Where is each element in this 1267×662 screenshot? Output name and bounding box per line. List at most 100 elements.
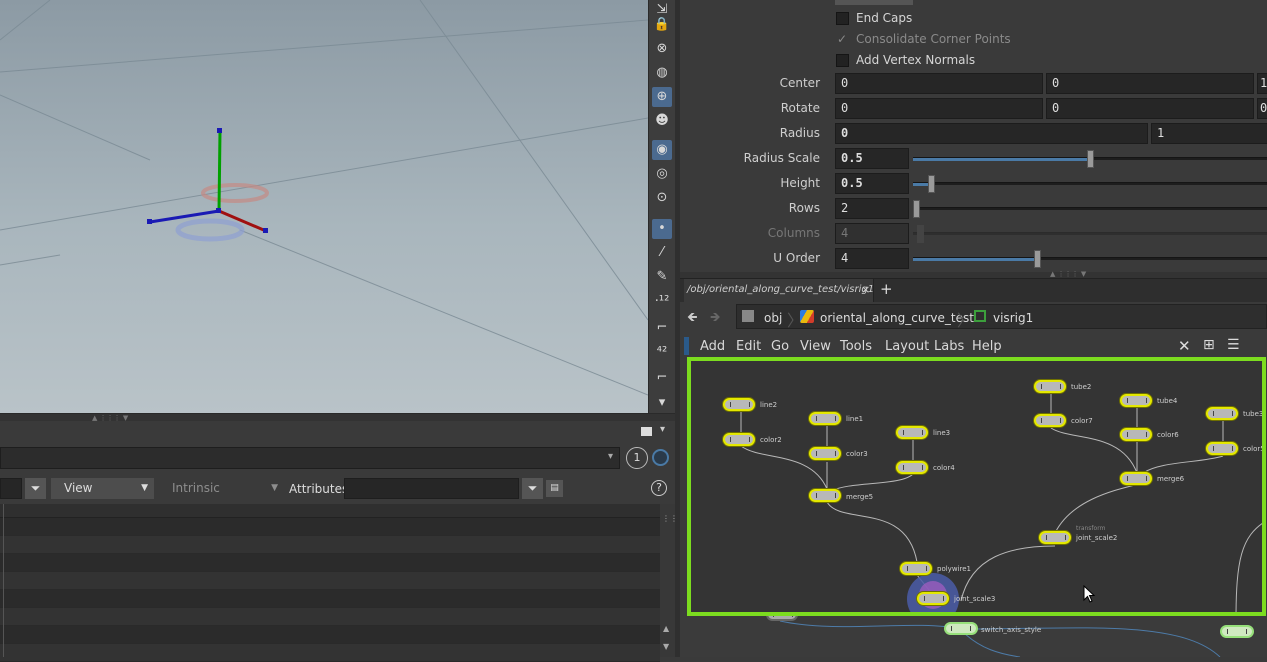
eye-camera-icon[interactable]: ⊙ <box>652 188 672 208</box>
attribute-table[interactable] <box>0 504 660 662</box>
menu-tools[interactable]: Tools <box>840 339 872 354</box>
end-caps-checkbox[interactable] <box>836 12 849 25</box>
display-icon[interactable]: ◉ <box>652 140 672 160</box>
center-x-field[interactable]: 0 <box>835 73 1043 94</box>
menu-edit[interactable]: Edit <box>736 339 761 354</box>
rotate-z-field[interactable]: 0 <box>1257 98 1267 119</box>
window-icon[interactable] <box>641 427 652 436</box>
menu-labs[interactable]: Labs <box>934 339 964 354</box>
camera-lock-icon[interactable]: ⊗ <box>652 39 672 59</box>
ghost-icon[interactable]: ⊕ <box>652 87 672 107</box>
node-color5[interactable] <box>1206 442 1238 455</box>
skull-icon[interactable]: ☻ <box>652 111 672 131</box>
node-color7[interactable] <box>1034 414 1066 427</box>
breadcrumb-visrig[interactable]: visrig1 <box>993 311 1033 325</box>
rows-field[interactable]: 2 <box>835 198 909 219</box>
node-line1[interactable] <box>809 412 841 425</box>
pane-link-handle[interactable] <box>684 337 689 355</box>
view-dropdown[interactable]: View ▼ <box>51 478 154 499</box>
chevron-down-icon[interactable]: ▼ <box>663 642 669 651</box>
point-icon[interactable]: • <box>652 219 672 239</box>
export-icon[interactable]: ▤ <box>546 480 563 497</box>
menu-view[interactable]: View <box>800 339 831 354</box>
viewport-splitter[interactable]: ▲ ⋮⋮⋮ ▼ <box>0 413 675 422</box>
node-polywire1[interactable] <box>900 562 932 575</box>
page-number-button[interactable]: 1 <box>626 447 648 469</box>
eye-icon[interactable]: ◎ <box>652 164 672 184</box>
prim-number-icon[interactable]: ⁴² <box>652 343 672 363</box>
menu-layout[interactable]: Layout <box>885 339 929 354</box>
node-joint-scale2[interactable] <box>1039 531 1071 544</box>
tree-icon[interactable]: ⊞ <box>1203 337 1215 353</box>
pen-icon[interactable]: ✎ <box>652 267 672 287</box>
chevron-down-icon[interactable]: ▾ <box>652 393 672 413</box>
funnel-icon[interactable]: ⏷ <box>522 478 543 499</box>
node-tube3[interactable] <box>1206 407 1238 420</box>
node-joint-scale3[interactable] <box>917 592 949 605</box>
node-path-field[interactable]: ▾ <box>0 447 620 469</box>
paint-icon[interactable]: ⌐ <box>652 318 672 338</box>
radius-y-field[interactable]: 1 <box>1151 123 1267 144</box>
table-scrollbar[interactable]: ⋮⋮ ▲ ▼ <box>660 504 678 657</box>
network-canvas[interactable]: line2 color2 line1 color3 line3 color4 m… <box>687 357 1266 616</box>
radius-x-field[interactable]: 0 <box>835 123 1148 144</box>
table-row[interactable] <box>0 554 660 572</box>
height-field[interactable]: 0.5 <box>835 173 909 194</box>
node-merge6[interactable] <box>1120 472 1152 485</box>
menu-go[interactable]: Go <box>771 339 789 354</box>
rotate-y-field[interactable]: 0 <box>1046 98 1254 119</box>
node-tube4[interactable] <box>1120 394 1152 407</box>
scene-viewport[interactable] <box>0 0 648 413</box>
node-line3[interactable] <box>896 426 928 439</box>
height-slider[interactable] <box>913 175 1267 193</box>
node-switch-axis-style[interactable] <box>944 622 978 635</box>
lock-icon[interactable]: 🔒 <box>652 15 672 35</box>
add-tab-button[interactable]: + <box>880 280 893 298</box>
back-arrow-icon[interactable]: 🡸 <box>687 308 698 330</box>
filter-field[interactable] <box>0 478 22 499</box>
chevron-down-icon[interactable]: ▾ <box>660 424 665 435</box>
add-vertex-normals-checkbox[interactable] <box>836 54 849 67</box>
node-color6[interactable] <box>1120 428 1152 441</box>
table-row[interactable] <box>0 626 660 644</box>
table-row[interactable] <box>0 644 660 662</box>
center-y-field[interactable]: 0 <box>1046 73 1254 94</box>
table-row[interactable] <box>0 572 660 590</box>
forward-arrow-icon[interactable]: 🡺 <box>710 308 721 330</box>
menu-add[interactable]: Add <box>700 339 725 354</box>
table-row[interactable] <box>0 608 660 626</box>
table-row[interactable] <box>0 590 660 608</box>
radius-scale-field[interactable]: 0.5 <box>835 148 909 169</box>
sphere-icon[interactable]: ◍ <box>652 63 672 83</box>
node-color4[interactable] <box>896 461 928 474</box>
close-icon[interactable]: × <box>861 283 870 296</box>
node-color2[interactable] <box>723 433 755 446</box>
breadcrumb-obj[interactable]: obj <box>764 311 782 325</box>
u-order-slider[interactable] <box>913 250 1267 268</box>
pin-icon[interactable] <box>652 449 669 466</box>
corner-icon[interactable]: ⌐ <box>652 368 672 388</box>
rows-slider[interactable] <box>913 200 1267 218</box>
table-row[interactable] <box>0 518 660 536</box>
node-color3[interactable] <box>809 447 841 460</box>
node-merge5[interactable] <box>809 489 841 502</box>
node-line2[interactable] <box>723 398 755 411</box>
network-tab[interactable]: /obj/oriental_along_curve_test/visrig1 × <box>684 279 874 303</box>
attributes-field[interactable] <box>344 478 519 499</box>
breadcrumb-object[interactable]: oriental_along_curve_test <box>820 311 974 325</box>
list-icon[interactable]: ☰ <box>1227 337 1240 353</box>
chevron-up-icon[interactable]: ▲ <box>663 624 669 633</box>
radius-scale-slider[interactable] <box>913 150 1267 168</box>
point-number-icon[interactable]: ·¹² <box>652 292 672 312</box>
u-order-field[interactable]: 4 <box>835 248 909 269</box>
param-button-stub[interactable] <box>835 0 913 5</box>
intrinsics-dropdown[interactable]: Intrinsic ▼ <box>158 478 284 499</box>
tools-icon[interactable]: ✕ <box>1178 337 1191 355</box>
table-row[interactable] <box>0 536 660 554</box>
center-z-field[interactable]: 1 <box>1257 73 1267 94</box>
funnel-icon[interactable]: ⏷ <box>25 478 46 499</box>
help-button[interactable]: ? <box>651 480 667 496</box>
menu-help[interactable]: Help <box>972 339 1002 354</box>
node-tube2[interactable] <box>1034 380 1066 393</box>
node-use-switch[interactable] <box>1220 625 1254 638</box>
